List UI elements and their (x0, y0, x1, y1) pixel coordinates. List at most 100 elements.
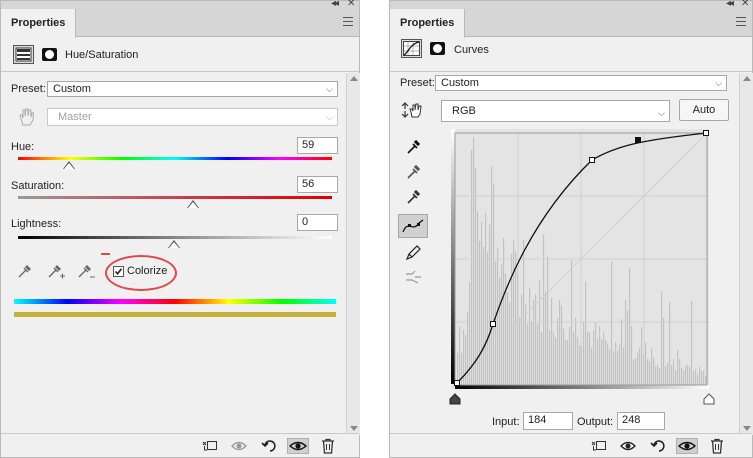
histogram-bar (497, 247, 499, 385)
colorize-checkbox[interactable] (113, 266, 124, 277)
tab-properties[interactable]: Properties (1, 9, 77, 38)
histogram-bar (669, 301, 671, 385)
saturation-slider-track[interactable] (18, 196, 332, 199)
preset-dropdown[interactable]: Custom ⌵ (435, 75, 727, 91)
hue-slider-thumb[interactable] (63, 161, 75, 169)
histogram-bar (685, 365, 687, 385)
channel-dropdown[interactable]: RGB ⌵ (441, 100, 670, 122)
chevron-down-icon: ⌵ (715, 78, 722, 88)
sample-highlights-eyedropper[interactable] (398, 184, 428, 206)
eyedropper-plus-icon[interactable] (46, 262, 66, 280)
hue-slider-track[interactable] (18, 157, 332, 160)
histogram-bar (549, 330, 551, 385)
histogram-bar (615, 341, 617, 385)
hue-value-field[interactable]: 59 (297, 137, 338, 154)
panel-scrollbar[interactable] (739, 73, 753, 435)
sample-shadows-eyedropper[interactable] (398, 134, 428, 156)
histogram-bar (507, 291, 509, 385)
collapse-icon[interactable]: ◂◂ (331, 0, 339, 9)
histogram-bar (661, 290, 663, 385)
histogram-bar (519, 317, 521, 385)
edit-points-curve-tool[interactable] (398, 214, 428, 238)
histogram-bar (575, 317, 577, 385)
histogram-bar (465, 334, 467, 385)
histogram-bar (461, 353, 463, 385)
auto-button[interactable]: Auto (679, 99, 729, 121)
histogram-bar (569, 327, 571, 385)
histogram-bar (489, 224, 491, 385)
hue-saturation-icon[interactable] (13, 45, 34, 64)
histogram-bar (491, 166, 493, 385)
close-icon[interactable]: ✕ (741, 0, 749, 9)
histogram-bar (573, 332, 575, 385)
visibility-eye-icon[interactable] (287, 438, 309, 454)
histogram-bar (631, 326, 633, 385)
clip-to-layer-icon[interactable] (590, 438, 608, 454)
sample-midtones-eyedropper[interactable] (398, 159, 428, 181)
scroll-up-icon[interactable] (350, 76, 358, 81)
panel-menu-icon[interactable] (343, 17, 353, 26)
lightness-value-field[interactable]: 0 (297, 214, 338, 231)
view-previous-state-icon[interactable] (620, 438, 638, 454)
layer-mask-icon[interactable] (430, 42, 445, 55)
visibility-eye-icon[interactable] (676, 438, 698, 454)
histogram-bar (605, 340, 607, 385)
eyedropper-minus-icon[interactable] (76, 262, 96, 280)
histogram-bar (689, 366, 691, 385)
histogram-bar (653, 357, 655, 385)
layer-mask-icon[interactable] (42, 48, 57, 61)
close-icon[interactable]: ✕ (347, 0, 355, 9)
panel-scrollbar[interactable] (346, 73, 360, 435)
histogram-bar (547, 256, 549, 385)
histogram-bar (587, 331, 589, 385)
reset-icon[interactable] (650, 438, 668, 454)
preset-value: Custom (53, 83, 91, 95)
histogram-bar (563, 328, 565, 385)
panel-menu-icon[interactable] (736, 17, 746, 26)
scroll-up-icon[interactable] (743, 76, 751, 81)
tab-properties[interactable]: Properties (390, 9, 466, 38)
collapse-icon[interactable]: ◂◂ (726, 0, 734, 9)
curve-graph[interactable] (451, 129, 709, 389)
histogram-bar (521, 294, 523, 385)
histogram-bar (561, 305, 563, 385)
view-previous-state-icon[interactable] (231, 438, 249, 454)
eyedropper-icon[interactable] (16, 262, 34, 280)
colorize-label[interactable]: Colorize (127, 265, 167, 277)
output-value-field[interactable]: 248 (617, 412, 665, 430)
saturation-slider-thumb[interactable] (187, 200, 199, 208)
targeted-adjustment-hand-icon[interactable] (16, 107, 36, 127)
white-point-slider[interactable] (703, 393, 715, 405)
histogram-bar (693, 370, 695, 385)
histogram-bar (493, 184, 495, 385)
histogram-bar (565, 339, 567, 385)
histogram-bar (627, 310, 629, 385)
saturation-value-field[interactable]: 56 (297, 176, 338, 193)
histogram-bar (559, 299, 561, 385)
black-point-slider[interactable] (449, 393, 461, 405)
smooth-curve-icon[interactable] (398, 266, 428, 288)
histogram-bar (659, 368, 661, 385)
scroll-down-icon[interactable] (350, 426, 358, 431)
histogram-bar (639, 348, 641, 385)
trash-icon[interactable] (319, 438, 337, 454)
lightness-slider-thumb[interactable] (168, 240, 180, 248)
on-image-adjustment-icon[interactable] (400, 100, 424, 120)
histogram-bar (553, 332, 555, 385)
channel-dropdown[interactable]: Master ⌵ (47, 108, 338, 126)
reset-icon[interactable] (261, 438, 279, 454)
histogram-bar (677, 349, 679, 385)
histogram-bar (617, 350, 619, 385)
lightness-slider-track[interactable] (18, 236, 332, 239)
draw-pencil-tool[interactable] (398, 241, 428, 263)
histogram-bar (613, 351, 615, 385)
preset-dropdown[interactable]: Custom ⌵ (47, 81, 338, 97)
panel-body (1, 73, 347, 435)
input-value-field[interactable]: 184 (523, 412, 573, 430)
curves-panel: ◂◂ ✕ Properties Curves Preset: Custom ⌵ (389, 0, 753, 458)
histogram-bar (471, 149, 473, 385)
trash-icon[interactable] (708, 438, 726, 454)
scroll-down-icon[interactable] (743, 426, 751, 431)
curves-adjustment-icon[interactable] (401, 39, 422, 58)
clip-to-layer-icon[interactable] (201, 438, 219, 454)
